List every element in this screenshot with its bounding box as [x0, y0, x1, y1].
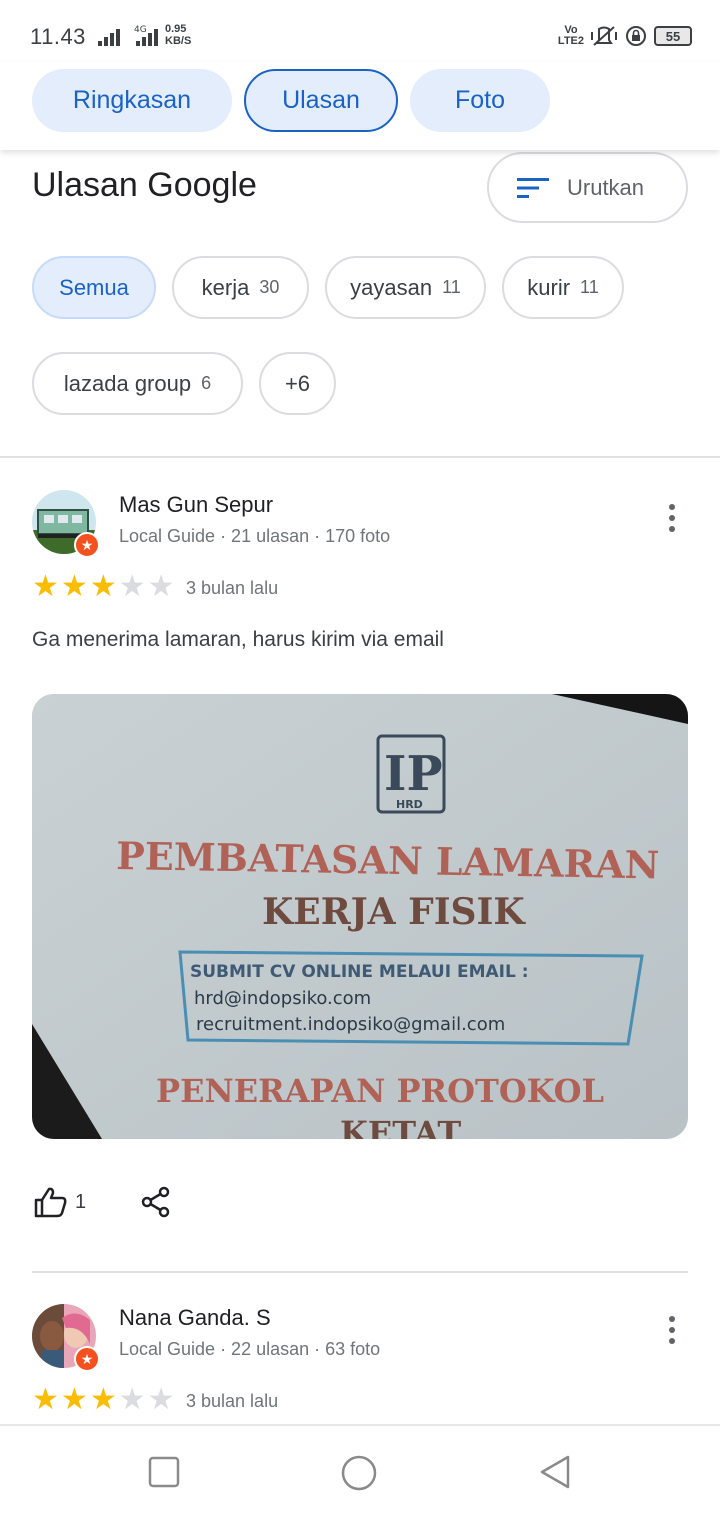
more-options-icon[interactable] — [660, 500, 684, 536]
section-divider — [0, 456, 720, 458]
home-icon[interactable] — [340, 1454, 378, 1492]
system-nav-bar — [0, 1424, 720, 1520]
volte-indicator: Vo LTE2 — [558, 25, 584, 47]
more-options-icon[interactable] — [660, 1312, 684, 1348]
review-photo[interactable]: IP HRD PEMBATASAN LAMARAN KERJA FISIK SU… — [32, 694, 688, 1139]
photo-line-2: KERJA FISIK — [262, 891, 526, 933]
star-icon: ★ — [89, 570, 117, 603]
photo-email-2: recruitment.indopsiko@gmail.com — [196, 1014, 505, 1035]
recent-apps-icon[interactable] — [148, 1456, 180, 1488]
star-icon: ★ — [60, 570, 88, 603]
reviewer-name[interactable]: Mas Gun Sepur — [119, 492, 273, 518]
place-tabs: Ringkasan Ulasan Foto — [0, 62, 720, 150]
battery-indicator: 55 — [654, 26, 692, 46]
like-count: 1 — [75, 1190, 87, 1213]
chip-count: 6 — [201, 373, 212, 393]
chip-label: kurir — [527, 274, 571, 300]
chip-label: +6 — [284, 370, 311, 396]
svg-text:IP: IP — [384, 746, 443, 802]
sort-button[interactable]: Urutkan — [487, 152, 688, 223]
reviewer-avatar[interactable]: ★ — [32, 490, 100, 558]
reviewer-meta: Local Guide · 21 ulasan · 170 foto — [119, 526, 391, 546]
star-icon: ★ — [147, 1383, 175, 1416]
signal-4g-icon: 4G — [134, 25, 158, 46]
chip-semua[interactable]: Semua — [32, 256, 156, 319]
chip-label: kerja — [201, 274, 250, 300]
network-speed: 0.95 KB/S — [165, 23, 191, 47]
star-icon: ★ — [89, 1383, 117, 1416]
tab-ringkasan[interactable]: Ringkasan — [32, 69, 232, 132]
reviewer-name[interactable]: Nana Ganda. S — [119, 1305, 271, 1331]
photo-box-title: SUBMIT CV ONLINE MELAUI EMAIL : — [190, 962, 529, 982]
star-icon: ★ — [32, 570, 59, 603]
chip-label: lazada group — [63, 370, 192, 396]
chip-label: Semua — [59, 274, 129, 300]
star-rating: ★ ★ ★ ★ ★ — [32, 572, 175, 602]
reviewer-meta: Local Guide · 22 ulasan · 63 foto — [119, 1339, 381, 1359]
photo-line-4: KETAT — [340, 1114, 461, 1139]
photo-line-3: PENERAPAN PROTOKOL — [156, 1072, 604, 1110]
tab-ulasan[interactable]: Ulasan — [244, 69, 398, 132]
status-bar: 11.43 4G 0.95 KB/S Vo LTE2 55 — [0, 0, 720, 62]
star-icon: ★ — [118, 570, 146, 603]
chip-label: yayasan — [350, 274, 433, 300]
network-speed-unit: KB/S — [165, 35, 192, 47]
review-date: 3 bulan lalu — [186, 578, 279, 598]
network-speed-value: 0.95 — [165, 23, 187, 35]
back-icon[interactable] — [538, 1454, 572, 1490]
tab-foto[interactable]: Foto — [410, 69, 550, 132]
review-divider — [32, 1271, 688, 1273]
reviewer-avatar[interactable]: ★ — [32, 1304, 100, 1372]
share-icon — [141, 1186, 170, 1218]
star-rating: ★ ★ ★ ★ ★ — [32, 1385, 175, 1415]
share-button[interactable] — [140, 1186, 172, 1218]
chip-kerja[interactable]: kerja 30 — [172, 256, 309, 319]
star-icon: ★ — [32, 1383, 59, 1416]
svg-text:4G: 4G — [134, 25, 147, 35]
chip-kurir[interactable]: kurir 11 — [502, 256, 624, 319]
review-text: Ga menerima lamaran, harus kirim via ema… — [32, 628, 444, 651]
star-icon: ★ — [60, 1383, 88, 1416]
sort-icon — [517, 177, 549, 198]
thumbs-up-icon — [34, 1187, 67, 1218]
photo-logo-text: HRD — [396, 798, 423, 811]
vibrate-icon — [591, 26, 617, 46]
chip-count: 30 — [259, 277, 280, 297]
chip-count: 11 — [580, 277, 599, 297]
star-icon: ★ — [118, 1383, 146, 1416]
rotation-lock-icon — [626, 26, 646, 46]
review-date: 3 bulan lalu — [186, 1391, 279, 1411]
local-guide-badge-icon: ★ — [74, 1346, 100, 1372]
chip-count: 11 — [442, 277, 461, 297]
local-guide-badge-icon: ★ — [74, 532, 100, 558]
status-icons: Vo LTE2 55 — [558, 24, 692, 48]
signal-icon — [98, 29, 120, 46]
sort-label: Urutkan — [567, 174, 645, 200]
status-time: 11.43 — [30, 24, 86, 49]
chip-yayasan[interactable]: yayasan 11 — [325, 256, 486, 319]
photo-line-1: PEMBATASAN LAMARAN — [116, 833, 660, 887]
lte-label: LTE2 — [557, 35, 584, 47]
photo-email-1: hrd@indopsiko.com — [194, 988, 371, 1009]
section-title: Ulasan Google — [32, 166, 257, 204]
star-icon: ★ — [147, 570, 175, 603]
like-button[interactable]: 1 — [33, 1186, 86, 1218]
chip-more[interactable]: +6 — [259, 352, 336, 415]
chip-lazada-group[interactable]: lazada group 6 — [32, 352, 243, 415]
